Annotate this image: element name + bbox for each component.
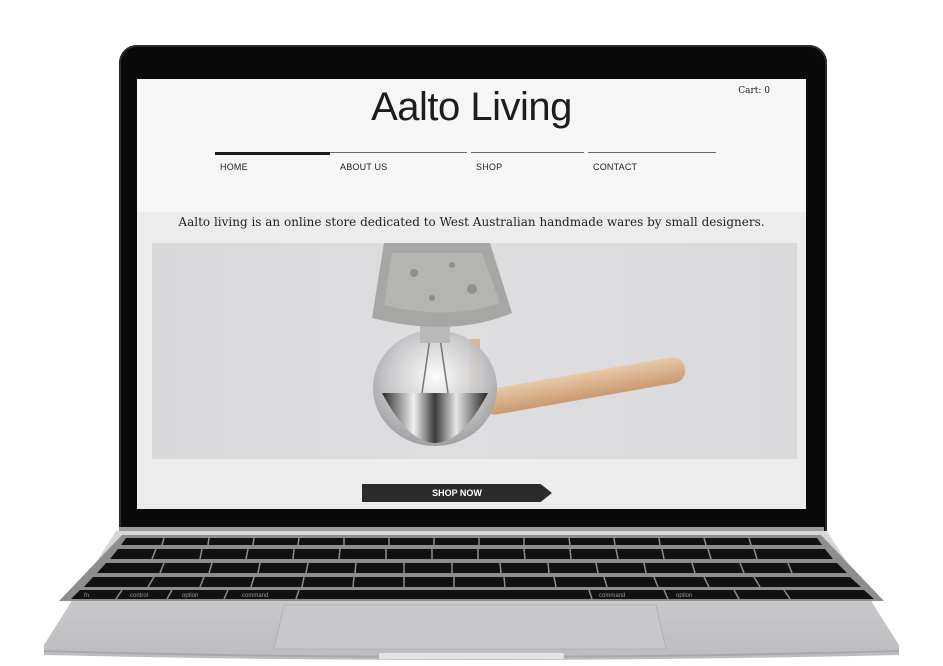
laptop-icon: fn control option command command option	[43, 527, 900, 660]
browser-viewport: Cart: 0 Aalto Living HOME ABOUT US SHOP …	[137, 79, 806, 509]
nav-item-contact[interactable]: CONTACT	[588, 152, 716, 174]
tagline: Aalto living is an online store dedicate…	[178, 215, 765, 229]
pendant-lamp-icon	[372, 243, 686, 446]
key-label-control: control	[130, 593, 148, 599]
key-label-option-right: option	[676, 593, 692, 599]
key-label-fn: fn	[84, 593, 89, 599]
site-logo[interactable]: Aalto Living	[137, 85, 806, 130]
key-label-command-right: command	[599, 593, 625, 599]
nav-item-home[interactable]: HOME	[215, 152, 330, 174]
laptop-base: fn control option command command option	[43, 527, 900, 661]
shop-now-button[interactable]: SHOP NOW	[362, 484, 552, 502]
key-label-option: option	[182, 593, 198, 599]
hero-image	[152, 243, 797, 459]
key-label-command-left: command	[242, 593, 268, 599]
nav-item-about-us[interactable]: ABOUT US	[330, 152, 467, 174]
nav-item-shop[interactable]: SHOP	[471, 152, 584, 174]
